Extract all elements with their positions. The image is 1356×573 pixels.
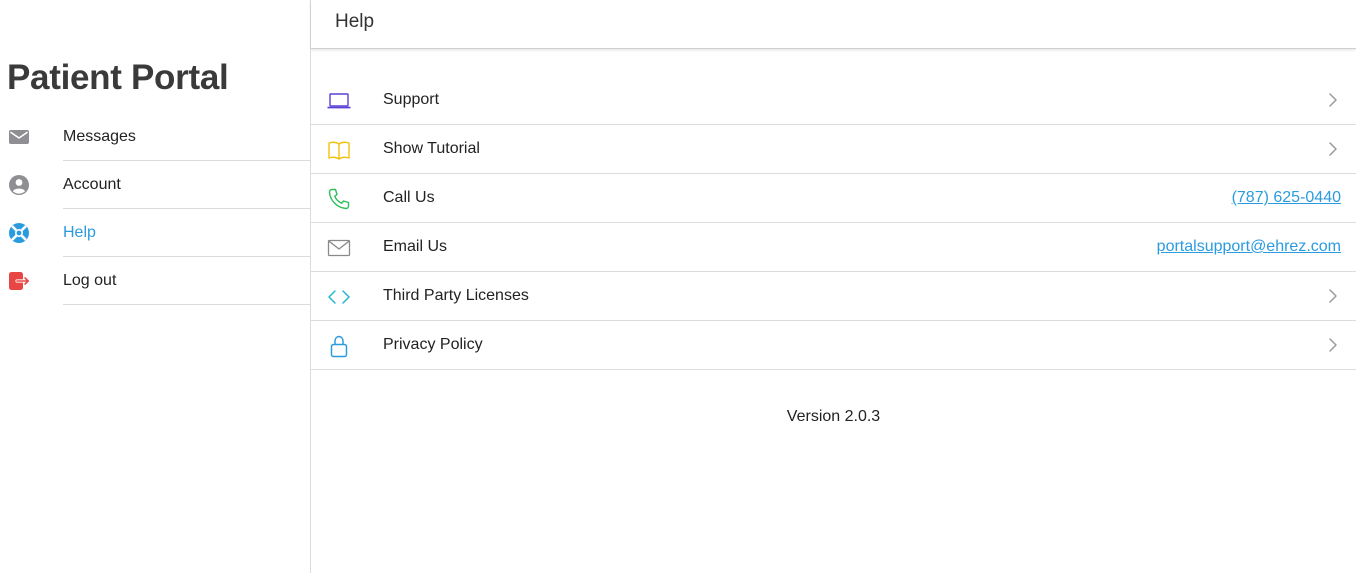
- lock-icon: [330, 335, 348, 358]
- help-row-label: Third Party Licenses: [383, 287, 529, 304]
- sidebar: Patient Portal Messages Account Help Log…: [0, 0, 311, 573]
- chevron-right-icon: [1329, 93, 1337, 107]
- sidebar-item-messages[interactable]: Messages: [0, 113, 310, 161]
- help-row-third-party-licenses[interactable]: Third Party Licenses: [311, 272, 1356, 321]
- phone-link[interactable]: (787) 625-0440: [1232, 174, 1341, 222]
- help-row-label: Email Us: [383, 238, 448, 255]
- brand-title: Patient Portal: [7, 58, 229, 97]
- help-row-privacy-policy[interactable]: Privacy Policy: [311, 321, 1356, 370]
- sidebar-nav: Messages Account Help Log out: [0, 113, 310, 305]
- sidebar-item-account[interactable]: Account: [0, 161, 310, 209]
- help-row-label: Show Tutorial: [383, 140, 480, 157]
- phone-icon: [328, 188, 350, 210]
- sidebar-item-label: Messages: [63, 113, 310, 161]
- sidebar-item-label: Log out: [63, 257, 310, 305]
- main-content: Help Support Show Tutorial Call Us (787)…: [311, 0, 1356, 573]
- user-circle-icon: [9, 175, 29, 195]
- email-link[interactable]: portalsupport@ehrez.com: [1157, 223, 1341, 271]
- sidebar-item-label: Help: [63, 209, 310, 257]
- book-icon: [328, 141, 350, 160]
- chevron-right-icon: [1329, 289, 1337, 303]
- chevron-right-icon: [1329, 142, 1337, 156]
- help-row-email-us[interactable]: Email Us portalsupport@ehrez.com: [311, 223, 1356, 272]
- top-bar: Help: [311, 0, 1356, 49]
- help-row-show-tutorial[interactable]: Show Tutorial: [311, 125, 1356, 174]
- help-row-support[interactable]: Support: [311, 76, 1356, 125]
- app-window: Patient Portal Messages Account Help Log…: [0, 0, 1356, 573]
- logout-icon: [9, 272, 30, 290]
- help-list: Support Show Tutorial Call Us (787) 625-…: [311, 76, 1356, 370]
- envelope-icon: [9, 130, 29, 144]
- code-icon: [328, 290, 350, 304]
- help-row-call-us[interactable]: Call Us (787) 625-0440: [311, 174, 1356, 223]
- lifebuoy-icon: [9, 223, 29, 243]
- help-row-label: Call Us: [383, 189, 435, 206]
- envelope-outline-icon: [327, 239, 351, 257]
- sidebar-item-label: Account: [63, 161, 310, 209]
- sidebar-item-help[interactable]: Help: [0, 209, 310, 257]
- page-title: Help: [335, 11, 375, 32]
- sidebar-item-logout[interactable]: Log out: [0, 257, 310, 305]
- help-row-label: Privacy Policy: [383, 336, 483, 353]
- chevron-right-icon: [1329, 338, 1337, 352]
- help-row-label: Support: [383, 91, 440, 108]
- laptop-icon: [327, 93, 351, 109]
- version-label: Version 2.0.3: [786, 408, 881, 425]
